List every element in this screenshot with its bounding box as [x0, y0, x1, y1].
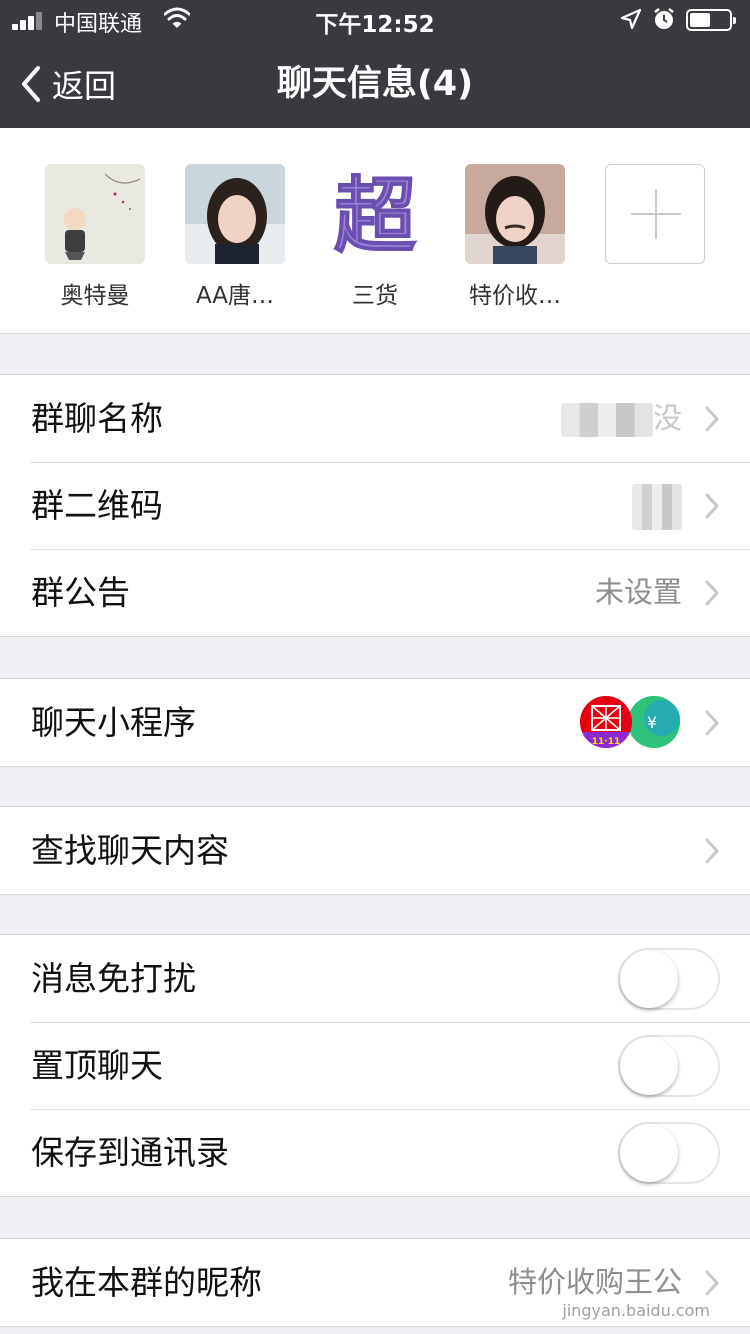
search-chat-row[interactable]: 查找聊天内容	[0, 807, 750, 894]
miniprogram-icons: ¥ 11·11	[580, 696, 680, 750]
nickname-label: 我在本群的昵称	[31, 1263, 262, 1302]
member-name: AA唐…	[195, 283, 275, 309]
avatar	[465, 164, 565, 264]
search-chat-label: 查找聊天内容	[31, 831, 229, 870]
chevron-right-icon	[705, 710, 719, 736]
pin-toggle[interactable]	[618, 1035, 720, 1097]
group-notice-label: 群公告	[31, 573, 130, 612]
group-notice-value: 未设置	[594, 575, 682, 609]
group-notice-row[interactable]: 群公告 未设置	[0, 549, 750, 636]
status-bar: 中国联通 下午12:52	[0, 0, 750, 40]
chevron-right-icon	[705, 493, 719, 519]
member-grid: 奥特曼 AA唐… 超 三货 特价收…	[0, 128, 750, 334]
miniprogram-section: 聊天小程序 ¥ 11·11	[0, 678, 750, 767]
blurred-text	[560, 403, 653, 437]
save-contacts-row: 保存到通讯录	[0, 1109, 750, 1196]
miniprogram-row[interactable]: 聊天小程序 ¥ 11·11	[0, 679, 750, 766]
group-qr-row[interactable]: 群二维码	[0, 462, 750, 549]
avatar: 超	[325, 164, 425, 264]
group-name-value: 没	[560, 375, 682, 462]
location-icon	[620, 8, 642, 30]
member-item[interactable]: 特价收…	[465, 164, 565, 310]
pin-row: 置顶聊天	[0, 1022, 750, 1109]
pin-label: 置顶聊天	[31, 1046, 163, 1085]
qr-code-thumb	[632, 462, 682, 549]
page-title: 聊天信息(4)	[276, 64, 474, 104]
svg-text:11·11: 11·11	[592, 737, 620, 747]
toggle-section: 消息免打扰 置顶聊天 保存到通讯录	[0, 934, 750, 1197]
battery-icon	[686, 9, 736, 31]
mute-toggle[interactable]	[618, 948, 720, 1010]
save-contacts-label: 保存到通讯录	[31, 1133, 229, 1172]
member-item[interactable]: 奥特曼	[45, 164, 145, 310]
group-info-section: 群聊名称 没 群二维码 群公告 未设置	[0, 374, 750, 637]
member-item[interactable]: AA唐…	[185, 164, 285, 310]
search-section: 查找聊天内容	[0, 806, 750, 895]
add-member-button[interactable]	[605, 164, 705, 264]
save-contacts-toggle[interactable]	[618, 1122, 720, 1184]
group-qr-label: 群二维码	[31, 486, 163, 525]
chevron-right-icon	[705, 406, 719, 432]
wallet-miniprogram-icon: ¥	[628, 696, 680, 748]
top-bar: 中国联通 下午12:52 返回 聊天信息(4)	[0, 0, 750, 128]
alarm-icon	[654, 8, 674, 29]
svg-text:¥: ¥	[647, 713, 657, 732]
member-name: 奥特曼	[60, 283, 130, 309]
group-name-label: 群聊名称	[31, 399, 163, 438]
member-name: 三货	[352, 283, 398, 309]
avatar	[45, 164, 145, 264]
svg-text:超: 超	[334, 168, 417, 264]
mute-label: 消息免打扰	[31, 959, 196, 998]
watermark: jingyan.baidu.com	[562, 1301, 710, 1320]
mute-row: 消息免打扰	[0, 935, 750, 1022]
chevron-right-icon	[705, 580, 719, 606]
group-name-row[interactable]: 群聊名称 没	[0, 375, 750, 462]
member-item[interactable]: 超 三货	[325, 164, 425, 310]
chevron-right-icon	[705, 1270, 719, 1296]
avatar	[185, 164, 285, 264]
chevron-right-icon	[705, 838, 719, 864]
shopping-festival-icon: 11·11	[580, 696, 632, 748]
member-name: 特价收…	[469, 283, 561, 309]
miniprogram-label: 聊天小程序	[31, 703, 196, 742]
